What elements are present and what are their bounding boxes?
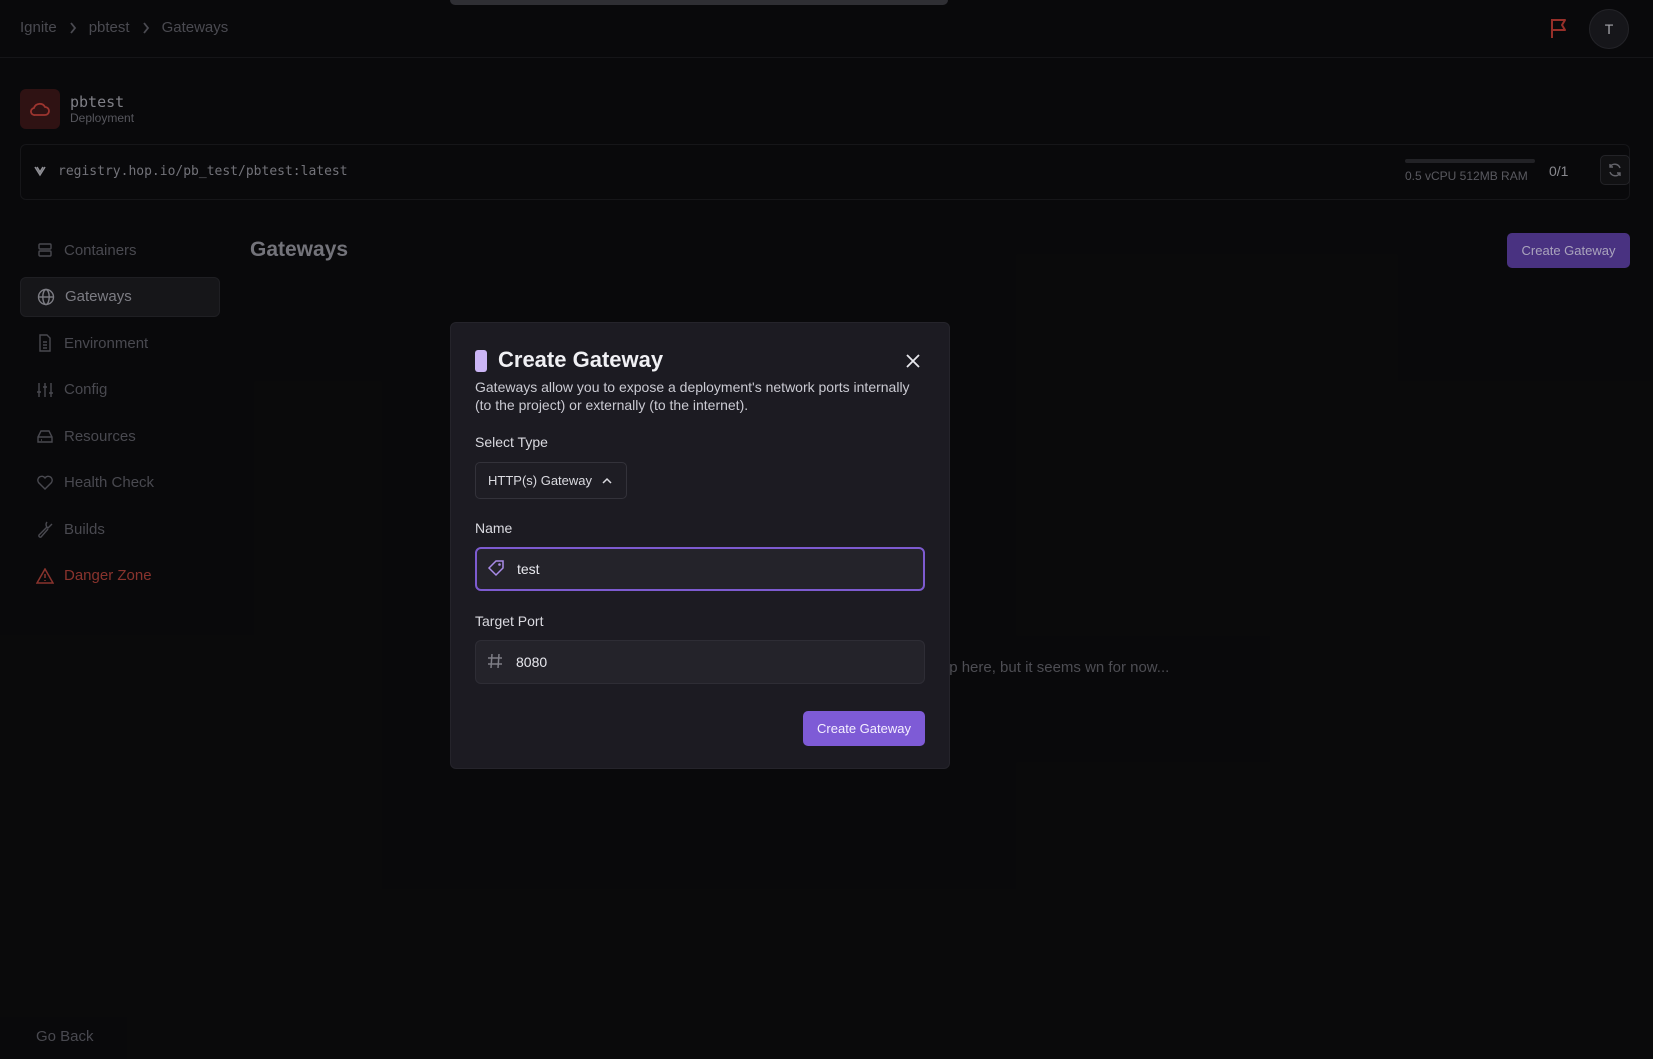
create-gateway-modal: Create Gateway Gateways allow you to exp… <box>450 322 950 769</box>
name-input[interactable] <box>517 561 897 577</box>
chevron-up-icon <box>602 473 612 488</box>
target-port-field[interactable] <box>475 640 925 684</box>
modal-title: Create Gateway <box>498 347 664 372</box>
gateway-type-select[interactable]: HTTP(s) Gateway <box>475 462 627 499</box>
select-type-label: Select Type <box>475 434 548 450</box>
target-port-label: Target Port <box>475 613 544 629</box>
name-field[interactable] <box>475 547 925 591</box>
modal-accent <box>475 350 487 372</box>
modal-description: Gateways allow you to expose a deploymen… <box>475 379 910 413</box>
tag-icon <box>487 559 505 580</box>
hash-icon <box>486 652 504 673</box>
gateway-type-value: HTTP(s) Gateway <box>488 473 593 488</box>
close-icon[interactable] <box>903 351 923 371</box>
modal-create-gateway-button[interactable]: Create Gateway <box>803 711 925 746</box>
name-label: Name <box>475 520 513 536</box>
target-port-input[interactable] <box>516 654 896 670</box>
